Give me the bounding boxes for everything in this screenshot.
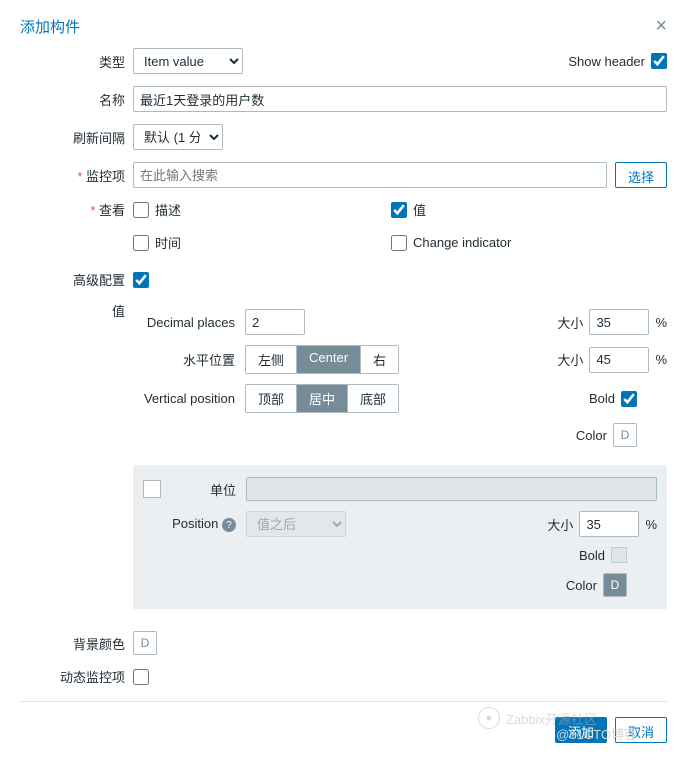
label-decimal: Decimal places xyxy=(133,315,245,330)
vpos-top[interactable]: 顶部 xyxy=(246,385,297,412)
change-checkbox[interactable] xyxy=(391,235,407,251)
label-size1: 大小 xyxy=(557,313,583,332)
size2-input[interactable] xyxy=(589,347,649,373)
label-item: 监控项 xyxy=(20,166,125,185)
pct1: % xyxy=(655,315,667,330)
label-view: 查看 xyxy=(20,200,125,219)
divider xyxy=(20,701,667,702)
vpos-group[interactable]: 顶部 居中 底部 xyxy=(245,384,399,413)
select-button[interactable]: 选择 xyxy=(615,162,667,188)
bold1-checkbox[interactable] xyxy=(621,391,637,407)
label-name: 名称 xyxy=(20,90,125,109)
size3-input xyxy=(579,511,639,537)
show-header-checkbox[interactable] xyxy=(651,53,667,69)
type-select[interactable]: Item value xyxy=(133,48,243,74)
label-refresh: 刷新间隔 xyxy=(20,128,125,147)
label-dynamic: 动态监控项 xyxy=(20,667,125,686)
label-value-cb: 值 xyxy=(413,200,426,219)
desc-checkbox[interactable] xyxy=(133,202,149,218)
label-bold2: Bold xyxy=(579,548,605,563)
color1-picker[interactable]: D xyxy=(613,423,637,447)
dynamic-checkbox[interactable] xyxy=(133,669,149,685)
label-advanced: 高级配置 xyxy=(20,270,125,289)
label-change: Change indicator xyxy=(413,235,511,250)
label-hpos: 水平位置 xyxy=(133,350,245,369)
label-desc: 描述 xyxy=(155,200,181,219)
label-show-header: Show header xyxy=(568,54,645,69)
cancel-button[interactable]: 取消 xyxy=(615,717,667,743)
label-position: Position xyxy=(172,516,218,531)
value-checkbox[interactable] xyxy=(391,202,407,218)
name-input[interactable] xyxy=(133,86,667,112)
color2-picker: D xyxy=(603,573,627,597)
add-button[interactable]: 添加 xyxy=(555,717,607,743)
close-icon[interactable]: × xyxy=(655,15,667,38)
label-bold1: Bold xyxy=(589,391,615,406)
hpos-group[interactable]: 左侧 Center 右 xyxy=(245,345,399,374)
unit-enable-checkbox[interactable] xyxy=(143,480,161,498)
label-vpos: Vertical position xyxy=(133,391,245,406)
hpos-left[interactable]: 左侧 xyxy=(246,346,297,373)
bold2-checkbox xyxy=(611,547,627,563)
pct3: % xyxy=(645,517,657,532)
size1-input[interactable] xyxy=(589,309,649,335)
label-bgcolor: 背景颜色 xyxy=(20,634,125,653)
advanced-checkbox[interactable] xyxy=(133,272,149,288)
bgcolor-picker[interactable]: D xyxy=(133,631,157,655)
vpos-mid[interactable]: 居中 xyxy=(297,385,348,412)
label-time: 时间 xyxy=(155,233,181,252)
dialog-title: 添加构件 xyxy=(20,16,80,37)
item-input[interactable] xyxy=(133,162,607,188)
hpos-center[interactable]: Center xyxy=(297,346,361,373)
label-type: 类型 xyxy=(20,52,125,71)
unit-input[interactable] xyxy=(246,477,657,501)
help-icon[interactable]: ? xyxy=(222,518,236,532)
label-size3: 大小 xyxy=(547,515,573,534)
label-unit: 单位 xyxy=(171,480,236,499)
decimal-input[interactable] xyxy=(245,309,305,335)
position-select: 值之后 xyxy=(246,511,346,537)
refresh-select[interactable]: 默认 (1 分) xyxy=(133,124,223,150)
pct2: % xyxy=(655,352,667,367)
label-value-section: 值 xyxy=(20,301,125,320)
vpos-bot[interactable]: 底部 xyxy=(348,385,398,412)
label-color2: Color xyxy=(566,578,597,593)
hpos-right[interactable]: 右 xyxy=(361,346,398,373)
label-size2: 大小 xyxy=(557,350,583,369)
time-checkbox[interactable] xyxy=(133,235,149,251)
label-color1: Color xyxy=(576,428,607,443)
